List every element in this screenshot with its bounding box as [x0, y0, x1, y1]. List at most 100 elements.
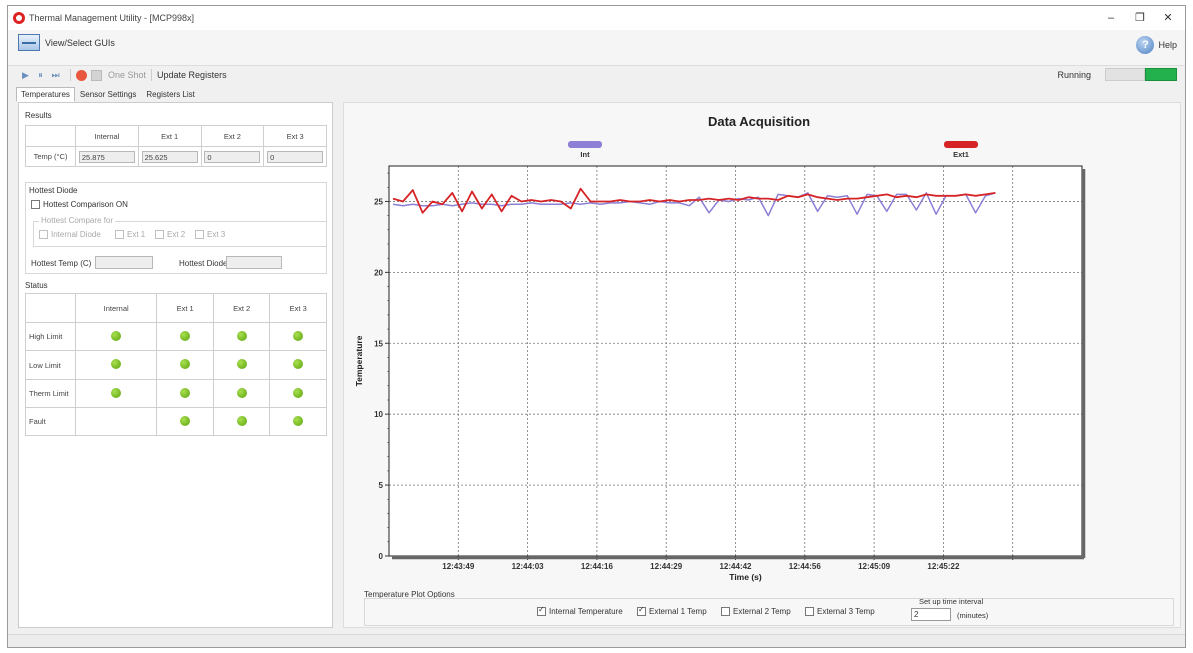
status-header-ext1: Ext 1: [156, 293, 214, 323]
stop-icon[interactable]: [91, 69, 102, 81]
plot-area: [389, 166, 1082, 556]
status-led: [111, 359, 122, 369]
status-led: [293, 415, 304, 426]
status-header-empty: [25, 293, 76, 323]
status-header-ext3: Ext 3: [269, 293, 327, 323]
status-led: [111, 387, 122, 398]
y-axis-label: Temperature: [354, 335, 364, 386]
status-row-high-limit: High Limit: [25, 322, 327, 351]
status-row-low-limit: Low Limit: [25, 350, 327, 380]
data-acquisition-panel: Data Acquisition Int Ext1 0 5 10 15 20 25 12:4…: [343, 102, 1181, 628]
external1-temp-label: External 1 Temp: [649, 607, 707, 616]
hottest-comparison-label: Hottest Comparison ON: [43, 200, 128, 209]
tab-temperatures[interactable]: Temperatures: [16, 87, 75, 102]
x-axis-label: Time (s): [729, 572, 762, 582]
status-led: [180, 415, 191, 426]
x-tick-label: 12:44:42: [719, 562, 752, 571]
tab-registers-list[interactable]: Registers List: [141, 87, 199, 102]
hottest-diode-label: Hottest Diode: [29, 186, 78, 195]
tab-sensor-settings[interactable]: Sensor Settings: [75, 87, 141, 102]
results-group-label: Results: [25, 111, 52, 120]
help-button[interactable]: ? Help: [1136, 36, 1177, 54]
compare-ext2-check-icon: [155, 230, 164, 239]
status-led: [180, 359, 191, 369]
ext3-temp-value: 0: [267, 150, 324, 163]
external1-temp-checkbox[interactable]: External 1 Temp: [637, 605, 707, 616]
compare-ext3-label: Ext 3: [207, 230, 226, 239]
toolbar: ▶ ⏸ ⏭ One Shot Update Registers: [8, 66, 1185, 84]
results-header-ext3: Ext 3: [263, 125, 327, 147]
compare-internal-label: Internal Diode: [51, 230, 101, 239]
compare-ext2-label: Ext 2: [167, 230, 186, 239]
compare-ext1-label: Ext 1: [127, 230, 146, 239]
time-interval-label: Set up time interval: [919, 597, 984, 606]
tab-strip: Temperatures Sensor Settings Registers L…: [16, 87, 200, 102]
help-label: Help: [1158, 40, 1177, 50]
compare-ext2-checkbox[interactable]: Ext 2: [155, 230, 185, 239]
x-tick-label: 12:44:16: [581, 562, 614, 571]
skip-icon[interactable]: ⏭: [50, 70, 61, 81]
view-select-guis-label: View/Select GUIs: [45, 37, 115, 48]
ext1-temp-value: 25.625: [141, 150, 198, 163]
running-progress-fill: [1145, 68, 1177, 81]
hottest-temp-label: Hottest Temp (C): [31, 259, 92, 268]
status-led: [236, 415, 247, 426]
status-led: [236, 387, 247, 398]
maximize-button[interactable]: ❐: [1130, 10, 1150, 26]
time-interval-input[interactable]: 2: [911, 608, 951, 621]
external2-temp-label: External 2 Temp: [733, 607, 791, 616]
status-header-internal: Internal: [74, 293, 158, 323]
results-header-ext1: Ext 1: [137, 125, 202, 147]
compare-internal-check-icon: [39, 230, 48, 239]
y-tick-label: 20: [374, 268, 383, 277]
minimize-button[interactable]: –: [1101, 10, 1121, 26]
hottest-temp-field: [95, 256, 153, 269]
pause-icon[interactable]: ⏸: [35, 70, 46, 81]
x-tick-label: 12:44:29: [650, 562, 683, 571]
compare-ext3-checkbox[interactable]: Ext 3: [195, 230, 225, 239]
status-group-label: Status: [25, 281, 48, 290]
toolbar-separator: [151, 69, 153, 81]
temp-row-label: Temp (°C): [25, 146, 76, 167]
status-led: [180, 387, 191, 398]
results-header-internal: Internal: [75, 125, 139, 147]
status-table: Internal Ext 1 Ext 2 Ext 3 High Limit Lo…: [25, 293, 327, 436]
x-tick-label: 12:45:22: [927, 562, 960, 571]
results-header-ext2: Ext 2: [200, 125, 265, 147]
compare-ext3-check-icon: [195, 230, 204, 239]
view-select-guis-button[interactable]: View/Select GUIs: [18, 34, 115, 51]
temperatures-panel: Results Internal Ext 1 Ext 2 Ext 3 Temp …: [18, 102, 333, 628]
window-title: Thermal Management Utility - [MCP998x]: [29, 13, 195, 23]
hottest-compare-for-label: Hottest Compare for: [39, 216, 116, 225]
one-shot-button[interactable]: One Shot: [108, 70, 146, 80]
status-row-therm-limit: Therm Limit: [25, 379, 327, 408]
internal-temperature-label: Internal Temperature: [549, 607, 623, 616]
hottest-comparison-checkbox[interactable]: Hottest Comparison ON: [31, 200, 128, 209]
ext2-temp-value: 0: [204, 150, 261, 163]
status-led: [293, 387, 304, 398]
compare-internal-checkbox[interactable]: Internal Diode: [39, 230, 101, 239]
status-led: [293, 359, 304, 369]
close-button[interactable]: ✕: [1158, 10, 1178, 26]
update-registers-button[interactable]: Update Registers: [157, 70, 227, 80]
status-led: [236, 359, 247, 369]
status-row-label: Low Limit: [25, 350, 76, 380]
hottest-diode-field: [226, 256, 282, 269]
play-icon[interactable]: ▶: [20, 70, 31, 81]
internal-temp-value: 25.875: [78, 150, 135, 163]
internal-temperature-checkbox[interactable]: Internal Temperature: [537, 605, 623, 616]
external2-temp-checkbox[interactable]: External 2 Temp: [721, 607, 791, 616]
external3-temp-checkbox[interactable]: External 3 Temp: [805, 607, 875, 616]
y-tick-label: 5: [379, 481, 384, 490]
status-row-fault: Fault: [25, 407, 327, 436]
compare-ext1-checkbox[interactable]: Ext 1: [115, 230, 145, 239]
hottest-diode-field-label: Hottest Diode: [179, 259, 228, 268]
gui-window-icon: [18, 34, 40, 51]
menu-bar: View/Select GUIs ? Help: [8, 30, 1185, 66]
x-tick-label: 12:45:09: [858, 562, 891, 571]
status-row-label: Fault: [25, 407, 76, 436]
record-icon[interactable]: [76, 69, 87, 81]
temperature-plot: 0 5 10 15 20 25 12:43:49 12:44:03 12:44:16 12:44:…: [354, 165, 1086, 582]
time-interval-unit: (minutes): [957, 611, 989, 620]
external3-temp-label: External 3 Temp: [817, 607, 875, 616]
